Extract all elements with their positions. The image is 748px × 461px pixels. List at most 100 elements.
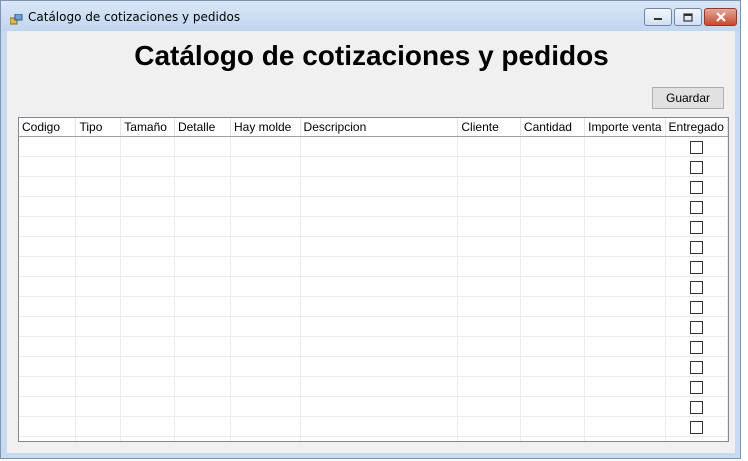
- grid-cell[interactable]: [457, 216, 521, 237]
- grid-cell[interactable]: [174, 296, 231, 317]
- grid-cell[interactable]: [300, 176, 459, 197]
- grid-cell[interactable]: [120, 316, 175, 337]
- grid-cell[interactable]: [75, 276, 122, 297]
- grid-cell[interactable]: [230, 376, 301, 397]
- grid-cell[interactable]: [174, 176, 231, 197]
- grid-cell[interactable]: [584, 396, 666, 417]
- grid-cell[interactable]: [230, 336, 301, 357]
- grid-cell[interactable]: [120, 416, 175, 437]
- save-button[interactable]: Guardar: [652, 87, 724, 109]
- grid-cell[interactable]: [300, 276, 459, 297]
- entregado-checkbox[interactable]: [689, 201, 703, 214]
- grid-cell[interactable]: [520, 376, 586, 397]
- grid-cell[interactable]: [520, 416, 586, 437]
- grid-cell[interactable]: [520, 436, 586, 441]
- grid-cell[interactable]: [457, 276, 521, 297]
- grid-cell[interactable]: [584, 236, 666, 257]
- grid-cell[interactable]: [230, 196, 301, 217]
- grid-cell[interactable]: [457, 196, 521, 217]
- grid-cell[interactable]: [19, 376, 77, 397]
- grid-cell[interactable]: [174, 156, 231, 177]
- table-row[interactable]: [19, 256, 728, 277]
- table-row[interactable]: [19, 336, 728, 357]
- grid-cell[interactable]: [120, 276, 175, 297]
- grid-cell[interactable]: [19, 416, 77, 437]
- grid-cell[interactable]: [520, 236, 586, 257]
- grid-cell[interactable]: [520, 196, 586, 217]
- entregado-checkbox[interactable]: [689, 281, 703, 294]
- grid-cell[interactable]: [520, 256, 586, 277]
- grid-cell[interactable]: [584, 156, 666, 177]
- entregado-checkbox[interactable]: [689, 341, 703, 354]
- grid-cell[interactable]: [120, 216, 175, 237]
- grid-cell[interactable]: [457, 156, 521, 177]
- minimize-button[interactable]: [644, 8, 672, 26]
- grid-cell[interactable]: [174, 276, 231, 297]
- grid-cell[interactable]: [120, 336, 175, 357]
- grid-cell[interactable]: [75, 316, 122, 337]
- grid-cell[interactable]: [230, 316, 301, 337]
- grid-cell[interactable]: [584, 176, 666, 197]
- grid-cell[interactable]: [300, 136, 459, 157]
- entregado-checkbox[interactable]: [689, 161, 703, 174]
- grid-cell[interactable]: [457, 256, 521, 277]
- table-row[interactable]: [19, 236, 728, 257]
- grid-cell[interactable]: [230, 276, 301, 297]
- grid-cell[interactable]: [75, 436, 122, 441]
- grid-cell[interactable]: [75, 176, 122, 197]
- grid-cell[interactable]: [300, 296, 459, 317]
- grid-cell[interactable]: [75, 216, 122, 237]
- grid-cell[interactable]: [457, 376, 521, 397]
- grid-cell[interactable]: [75, 256, 122, 277]
- grid-cell[interactable]: [300, 336, 459, 357]
- grid-cell[interactable]: [75, 296, 122, 317]
- maximize-button[interactable]: [674, 8, 702, 26]
- grid-cell[interactable]: [230, 436, 301, 441]
- grid-cell[interactable]: [457, 176, 521, 197]
- entregado-checkbox[interactable]: [689, 321, 703, 334]
- entregado-cell[interactable]: [665, 156, 728, 177]
- table-row[interactable]: [19, 136, 728, 157]
- grid-cell[interactable]: [584, 256, 666, 277]
- grid-cell[interactable]: [520, 176, 586, 197]
- grid-cell[interactable]: [120, 236, 175, 257]
- grid-cell[interactable]: [174, 396, 231, 417]
- grid-cell[interactable]: [300, 156, 459, 177]
- entregado-cell[interactable]: [665, 216, 728, 237]
- entregado-checkbox[interactable]: [689, 261, 703, 274]
- grid-cell[interactable]: [520, 336, 586, 357]
- grid-cell[interactable]: [120, 156, 175, 177]
- grid-cell[interactable]: [120, 396, 175, 417]
- grid-cell[interactable]: [230, 296, 301, 317]
- grid-cell[interactable]: [457, 396, 521, 417]
- entregado-checkbox[interactable]: [689, 401, 703, 414]
- column-header[interactable]: Tipo: [75, 118, 122, 137]
- grid-cell[interactable]: [457, 316, 521, 337]
- column-header[interactable]: Cantidad: [520, 118, 586, 137]
- column-header[interactable]: Codigo: [19, 118, 77, 137]
- grid-cell[interactable]: [120, 176, 175, 197]
- column-header[interactable]: Entregado: [665, 118, 728, 137]
- entregado-checkbox[interactable]: [690, 441, 703, 442]
- grid-cell[interactable]: [19, 296, 77, 317]
- grid-cell[interactable]: [230, 136, 301, 157]
- grid-cell[interactable]: [174, 316, 231, 337]
- grid-cell[interactable]: [75, 396, 122, 417]
- table-row[interactable]: [19, 316, 728, 337]
- grid-cell[interactable]: [120, 296, 175, 317]
- grid-cell[interactable]: [19, 216, 77, 237]
- grid-cell[interactable]: [457, 416, 521, 437]
- entregado-checkbox[interactable]: [689, 381, 703, 394]
- entregado-cell[interactable]: [665, 136, 728, 157]
- entregado-cell[interactable]: [665, 376, 728, 397]
- grid-cell[interactable]: [520, 216, 586, 237]
- entregado-checkbox[interactable]: [689, 421, 703, 434]
- grid-cell[interactable]: [19, 136, 77, 157]
- grid-cell[interactable]: [75, 356, 122, 377]
- grid-cell[interactable]: [457, 296, 521, 317]
- grid-cell[interactable]: [584, 356, 666, 377]
- grid-cell[interactable]: [584, 136, 666, 157]
- grid-cell[interactable]: [457, 356, 521, 377]
- grid-cell[interactable]: [230, 236, 301, 257]
- grid-cell[interactable]: [75, 416, 122, 437]
